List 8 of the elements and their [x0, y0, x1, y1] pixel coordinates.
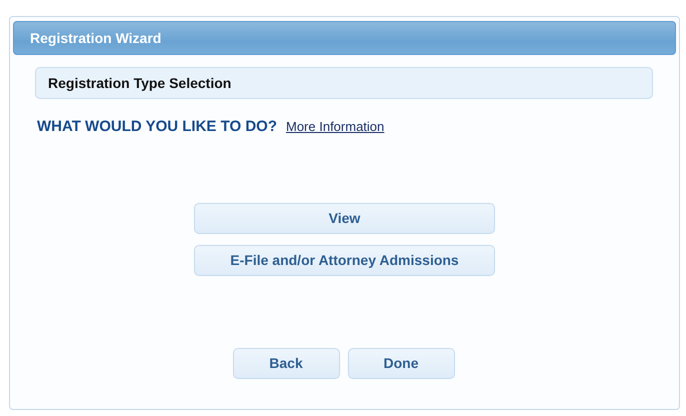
- back-button[interactable]: Back: [232, 348, 340, 378]
- done-button[interactable]: Done: [348, 348, 454, 378]
- more-information-link[interactable]: More Information: [286, 117, 384, 136]
- option-button[interactable]: E-File and/or Attorney Admissions: [194, 244, 495, 276]
- option-button[interactable]: View: [194, 202, 495, 234]
- question-heading: WHAT WOULD YOU LIKE TO DO?: [37, 117, 277, 137]
- window-title: Registration Wizard: [13, 21, 676, 55]
- section-title: Registration Type Selection: [35, 67, 653, 99]
